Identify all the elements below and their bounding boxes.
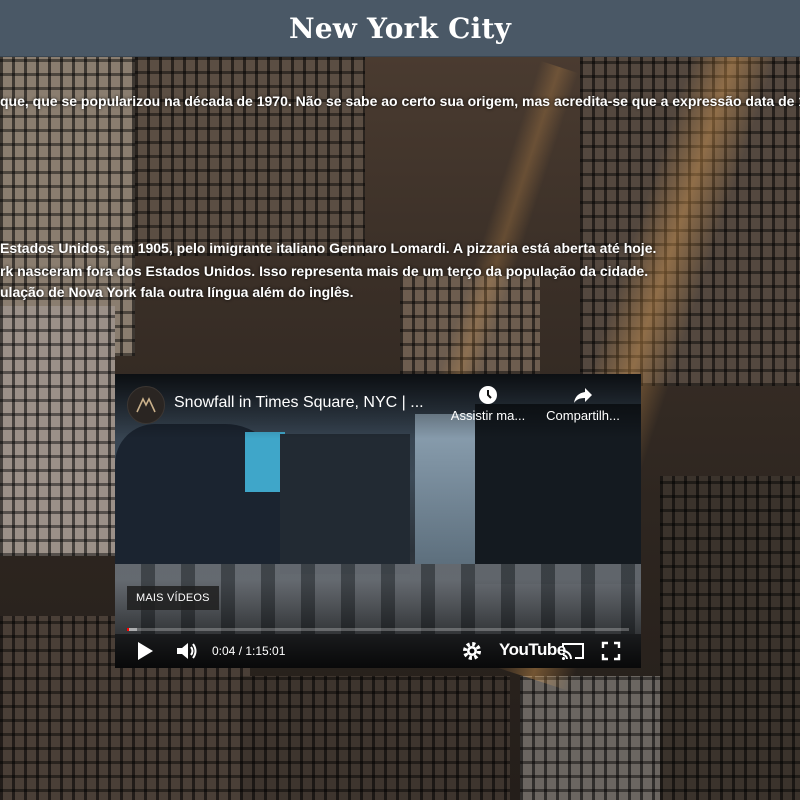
content-line-3: rk nasceram fora dos Estados Unidos. Iss… <box>0 263 649 279</box>
volume-icon <box>177 643 197 659</box>
play-button[interactable] <box>135 636 155 666</box>
watch-later-label: Assistir ma... <box>450 408 526 423</box>
page-header: New York City <box>0 0 800 57</box>
clock-icon <box>479 386 497 404</box>
volume-button[interactable] <box>175 636 199 666</box>
progress-bar[interactable] <box>127 628 629 631</box>
settings-icon <box>463 642 481 660</box>
share-label: Compartilh... <box>546 408 620 423</box>
cast-button[interactable] <box>561 636 585 666</box>
more-videos-button[interactable]: MAIS VÍDEOS <box>127 586 219 610</box>
youtube-embed-player[interactable]: Snowfall in Times Square, NYC | ... Assi… <box>115 374 641 668</box>
fullscreen-icon <box>601 641 621 661</box>
watch-later-button[interactable]: Assistir ma... <box>443 384 533 423</box>
settings-button[interactable] <box>461 636 483 666</box>
time-display: 0:04 / 1:15:01 <box>212 644 286 658</box>
share-icon <box>574 388 592 403</box>
content-line-1: que, que se popularizou na década de 197… <box>0 93 800 109</box>
content-line-2: Estados Unidos, em 1905, pelo imigrante … <box>0 240 657 256</box>
video-title-link[interactable]: Snowfall in Times Square, NYC | ... <box>174 394 424 412</box>
fullscreen-button[interactable] <box>601 636 621 666</box>
cast-icon <box>562 643 584 660</box>
channel-avatar-icon[interactable] <box>127 386 165 424</box>
content-line-4: ulação de Nova York fala outra língua al… <box>0 284 354 300</box>
play-icon <box>138 642 153 660</box>
share-button[interactable]: Compartilh... <box>538 384 628 423</box>
youtube-logo[interactable]: YouTube <box>499 640 566 660</box>
progress-played <box>127 628 129 631</box>
page-title: New York City <box>288 11 512 45</box>
